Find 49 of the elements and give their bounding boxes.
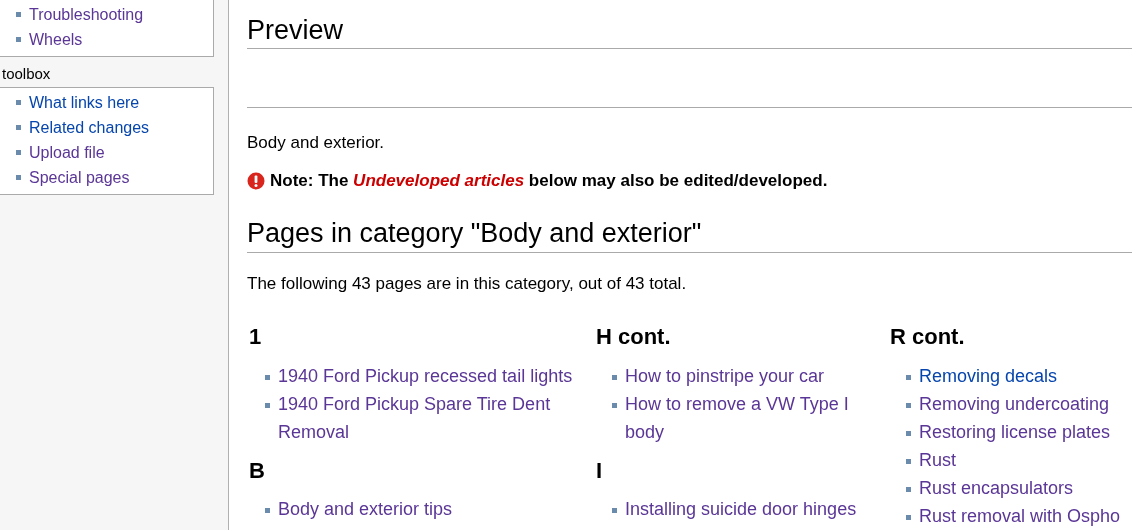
bullet-icon [16, 99, 21, 105]
intro-text: Body and exterior. [247, 132, 386, 155]
letter-heading: R cont. [890, 324, 966, 351]
category-link[interactable]: Body and exterior tips [278, 495, 453, 524]
article-link[interactable]: Undeveloped articles [353, 170, 525, 190]
bullet-icon [16, 149, 21, 155]
category-link[interactable]: How to remove a VW Type I body [625, 389, 888, 446]
category-link[interactable]: Installing suicide door hinges [625, 495, 857, 524]
category-link[interactable]: Rust [919, 445, 956, 474]
bullet-icon [16, 37, 21, 42]
portlet-heading: toolbox [1, 64, 52, 84]
count-text: The following 43 pages are in this category, out of 43 total. [247, 272, 688, 295]
sidebar-link[interactable]: Upload file [29, 139, 105, 165]
bullet-icon [906, 430, 911, 436]
bullet-icon [265, 508, 270, 514]
letter-heading: H cont. [596, 324, 672, 351]
category-link[interactable]: Removing decals [919, 361, 1058, 390]
page-heading: Preview [247, 14, 1132, 50]
letter-heading: B [249, 457, 266, 485]
category-link[interactable]: 1940 Ford Pickup Spare Tire Dent Removal [278, 389, 594, 446]
category-link[interactable]: Restoring license plates [919, 417, 1111, 446]
bullet-icon [16, 124, 21, 130]
bullet-icon [16, 174, 21, 180]
note-text: Note: The Undeveloped articles below may also be edited/developed. [270, 169, 828, 192]
sidebar-link[interactable]: Related changes [29, 114, 150, 140]
bullet-icon [612, 402, 617, 408]
bullet-icon [612, 508, 617, 514]
bullet-icon [906, 458, 911, 464]
category-link[interactable]: 1940 Ford Pickup recessed tail lights [278, 361, 573, 390]
category-link[interactable]: Removing undercoating [919, 389, 1110, 418]
bullet-icon [906, 486, 911, 492]
letter-heading: 1 [249, 324, 263, 351]
warning-icon [247, 171, 265, 190]
bullet-icon [265, 374, 270, 380]
bullet-icon [265, 402, 270, 408]
bullet-icon [612, 374, 617, 380]
letter-heading: I [596, 457, 604, 485]
bullet-icon [906, 402, 911, 408]
sidebar-link[interactable]: Special pages [29, 164, 130, 190]
bullet-icon [16, 12, 21, 17]
sidebar-link[interactable]: Troubleshooting [29, 2, 144, 27]
bullet-icon [906, 374, 911, 380]
category-link[interactable]: How to pinstripe your car [625, 361, 825, 390]
sidebar-link[interactable]: Wheels [29, 27, 83, 52]
sidebar-link[interactable]: What links here [29, 89, 140, 115]
bullet-icon [906, 514, 911, 520]
category-link[interactable]: Rust encapsulators [919, 473, 1074, 502]
category-heading: Pages in category "Body and exterior" [247, 217, 1132, 253]
category-link[interactable]: Rust removal with Ospho [919, 501, 1121, 530]
